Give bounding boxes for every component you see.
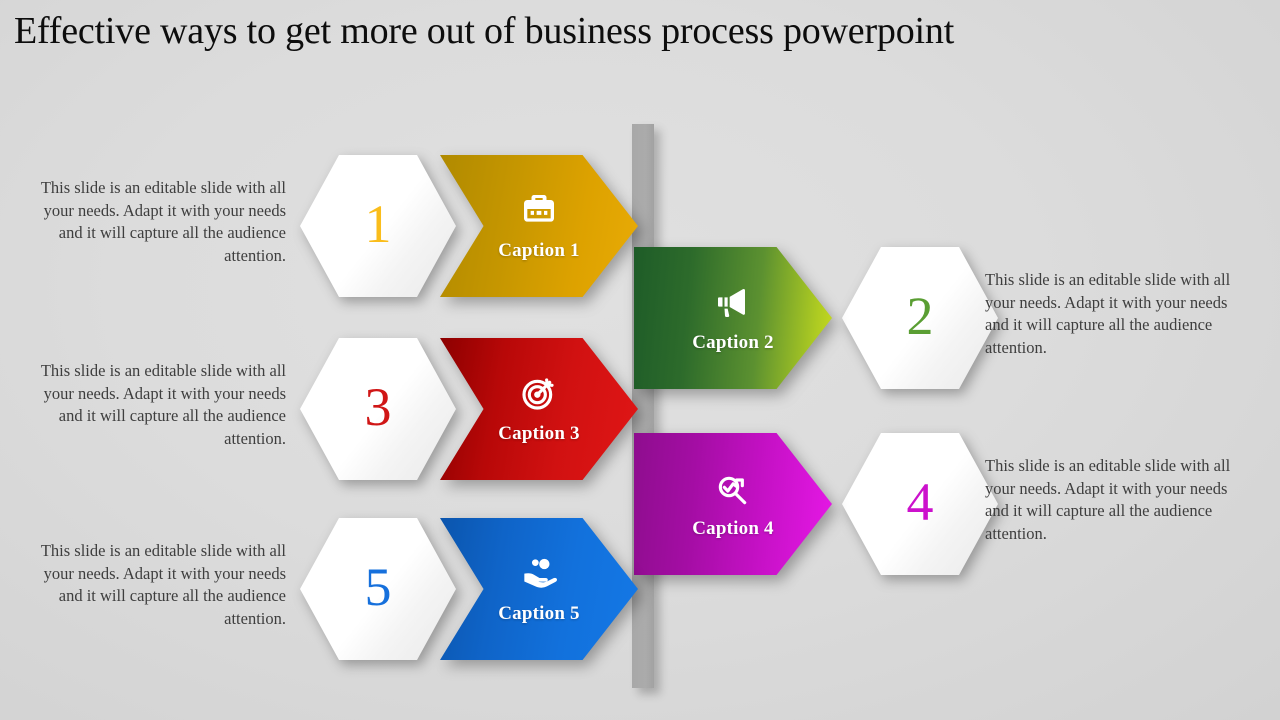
step-3-caption-chevron[interactable]: Caption 3 [440,338,638,480]
step-5-caption-chevron[interactable]: Caption 5 [440,518,638,660]
step-4-number: 4 [906,472,934,532]
step-1-caption-label: Caption 1 [498,240,580,261]
chevron-shape: Caption 1 [440,155,638,297]
chevron-shape: Caption 4 [634,433,832,575]
step-4-caption-chevron[interactable]: Caption 4 [634,433,832,575]
target-icon [518,373,560,413]
megaphone-icon [712,282,754,322]
step-2-caption-chevron[interactable]: Caption 2 [634,247,832,389]
process-step-5: This slide is an editable slide with all… [0,518,660,668]
step-3-hexagon[interactable]: 3 [300,338,456,480]
step-2-hexagon[interactable]: 2 [842,247,998,389]
briefcase-icon [518,190,560,230]
chevron-shape: Caption 3 [440,338,638,480]
process-step-4: Caption 4 4 This slide is an editable sl… [620,433,1280,583]
step-4-caption-label: Caption 4 [692,518,774,539]
hexagon-shape: 3 [300,338,456,480]
step-3-description: This slide is an editable slide with all… [40,361,286,448]
step-2-description: This slide is an editable slide with all… [985,270,1231,357]
hexagon-shape: 2 [842,247,998,389]
step-5-number: 5 [364,557,392,617]
chevron-shape: Caption 2 [634,247,832,389]
step-3-caption-label: Caption 3 [498,423,580,444]
page-title: Effective ways to get more out of busine… [14,10,955,52]
step-3-number: 3 [364,377,392,437]
step-5-description: This slide is an editable slide with all… [40,541,286,628]
hexagon-shape: 5 [300,518,456,660]
hand-people-icon [518,553,560,593]
step-5-caption-label: Caption 5 [498,603,580,624]
step-4-description: This slide is an editable slide with all… [985,456,1231,543]
process-step-3: This slide is an editable slide with all… [0,338,660,488]
step-2-caption-label: Caption 2 [692,332,774,353]
process-step-1: This slide is an editable slide with all… [0,155,660,305]
search-chart-icon [712,468,754,508]
step-1-description: This slide is an editable slide with all… [40,178,286,265]
hexagon-shape: 4 [842,433,998,575]
step-4-hexagon[interactable]: 4 [842,433,998,575]
step-2-number: 2 [906,286,934,346]
hexagon-shape: 1 [300,155,456,297]
step-5-hexagon[interactable]: 5 [300,518,456,660]
step-1-hexagon[interactable]: 1 [300,155,456,297]
chevron-shape: Caption 5 [440,518,638,660]
step-1-caption-chevron[interactable]: Caption 1 [440,155,638,297]
step-1-number: 1 [364,194,392,254]
process-step-2: Caption 2 2 This slide is an editable sl… [620,247,1280,397]
slide-canvas: Effective ways to get more out of busine… [0,0,1280,720]
